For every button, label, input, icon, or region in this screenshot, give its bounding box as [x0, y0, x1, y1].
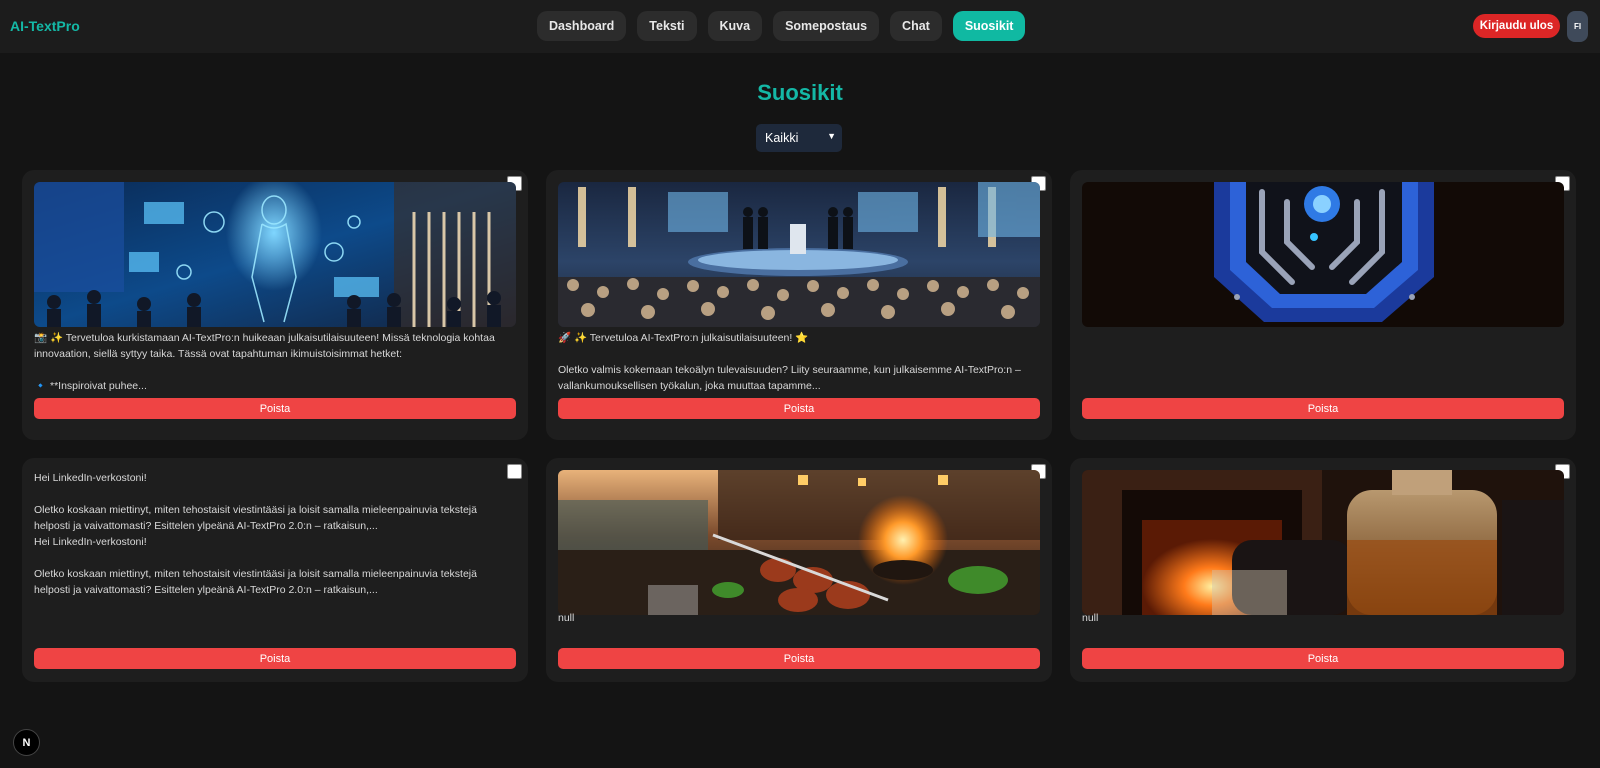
- delete-button[interactable]: Poista: [34, 398, 516, 419]
- card-text-line: Oletko valmis kokemaan tekoälyn tulevais…: [558, 364, 1021, 392]
- card-text: 📸 ✨ Tervetuloa kurkistamaan AI-TextPro:n…: [34, 330, 516, 394]
- card-text-line: Hei LinkedIn-verkostoni!: [34, 472, 147, 484]
- main-nav: Dashboard Teksti Kuva Somepostaus Chat S…: [537, 11, 1036, 41]
- card-image-expo-hall: [34, 182, 516, 327]
- filter-selected-value: Kaikki: [765, 131, 799, 145]
- brand-logo[interactable]: AI-TextPro: [10, 18, 80, 34]
- card-image-lakeside-grill: [558, 470, 1040, 615]
- card-text-line: 🚀 ✨ Tervetuloa AI-TextPro:n julkaisutila…: [558, 332, 809, 344]
- avatar[interactable]: FI: [1567, 11, 1588, 42]
- favorite-card: Hei LinkedIn-verkostoni! Oletko koskaan …: [22, 458, 528, 682]
- card-text-line: Oletko koskaan miettinyt, miten tehostai…: [34, 568, 477, 596]
- nav-chat[interactable]: Chat: [890, 11, 942, 41]
- card-text-line: 📸 ✨ Tervetuloa kurkistamaan AI-TextPro:n…: [34, 332, 495, 360]
- chevron-down-icon: ▼: [827, 131, 836, 141]
- category-filter-select[interactable]: Kaikki ▼: [756, 124, 842, 152]
- card-text: 🚀 ✨ Tervetuloa AI-TextPro:n julkaisutila…: [558, 330, 1040, 394]
- favorite-card: Poista: [1070, 170, 1576, 440]
- nav-teksti[interactable]: Teksti: [637, 11, 697, 41]
- dev-tools-button[interactable]: N: [13, 729, 40, 756]
- nav-suosikit[interactable]: Suosikit: [952, 11, 1026, 41]
- card-text: null: [1082, 610, 1564, 626]
- favorite-card: 📸 ✨ Tervetuloa kurkistamaan AI-TextPro:n…: [22, 170, 528, 440]
- card-text: Hei LinkedIn-verkostoni! Oletko koskaan …: [34, 470, 516, 598]
- card-image-circuit-logo: [1082, 182, 1564, 327]
- card-image-fireplace-whisky: [1082, 470, 1564, 615]
- card-text-line: null: [1082, 612, 1099, 624]
- card-text-line: 🔹 **Inspiroivat puhee...: [34, 380, 147, 392]
- delete-button[interactable]: Poista: [34, 648, 516, 669]
- card-text-line: null: [558, 612, 575, 624]
- card-image-stage-audience: [558, 182, 1040, 327]
- nav-kuva[interactable]: Kuva: [707, 11, 763, 41]
- favorite-card: null Poista: [546, 458, 1052, 682]
- nav-somepostaus[interactable]: Somepostaus: [773, 11, 880, 41]
- favorite-card: null Poista: [1070, 458, 1576, 682]
- logout-button[interactable]: Kirjaudu ulos: [1473, 14, 1560, 38]
- top-navbar: AI-TextPro Dashboard Teksti Kuva Somepos…: [0, 0, 1600, 53]
- nav-dashboard[interactable]: Dashboard: [537, 11, 627, 41]
- delete-button[interactable]: Poista: [558, 398, 1040, 419]
- delete-button[interactable]: Poista: [1082, 398, 1564, 419]
- card-text: null: [558, 610, 1040, 626]
- delete-button[interactable]: Poista: [558, 648, 1040, 669]
- card-text-line: Hei LinkedIn-verkostoni!: [34, 536, 147, 548]
- delete-button[interactable]: Poista: [1082, 648, 1564, 669]
- favorite-card: 🚀 ✨ Tervetuloa AI-TextPro:n julkaisutila…: [546, 170, 1052, 440]
- page-title: Suosikit: [757, 80, 843, 105]
- card-text-line: Oletko koskaan miettinyt, miten tehostai…: [34, 504, 477, 532]
